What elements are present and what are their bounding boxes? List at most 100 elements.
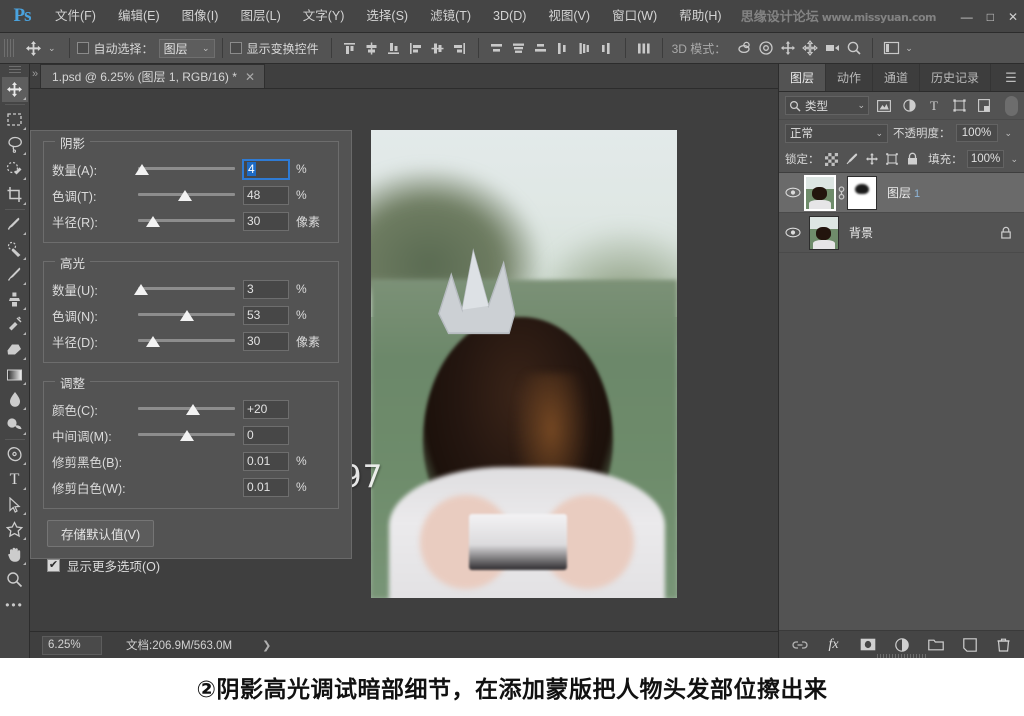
distribute-horizontal-centers-icon[interactable] xyxy=(574,37,596,59)
layer-row-1[interactable]: 图层 1 xyxy=(779,173,1024,213)
workspace-chevron-icon[interactable]: ⌄ xyxy=(905,43,913,54)
opacity-chevron-icon[interactable]: ⌄ xyxy=(1005,128,1013,139)
tool-preset-chevron-icon[interactable]: ⌄ xyxy=(48,43,56,54)
filter-enable-toggle[interactable] xyxy=(1005,96,1018,116)
opacity-value-field[interactable]: 100% xyxy=(956,124,998,142)
highlight-radius-input[interactable]: 30 xyxy=(243,332,289,351)
crop-tool[interactable] xyxy=(2,182,28,207)
clone-stamp-tool[interactable] xyxy=(2,287,28,312)
menu-file[interactable]: 文件(F) xyxy=(44,0,107,33)
maximize-button[interactable]: □ xyxy=(987,10,994,24)
adjust-clip-black-input[interactable]: 0.01 xyxy=(243,452,289,471)
shape-filter-icon[interactable] xyxy=(949,96,969,116)
workspace-switcher-icon[interactable] xyxy=(880,37,902,59)
distribute-left-edges-icon[interactable] xyxy=(552,37,574,59)
panel-menu-icon[interactable]: ☰ xyxy=(998,64,1024,91)
smart-object-filter-icon[interactable] xyxy=(974,96,994,116)
align-right-edges-icon[interactable] xyxy=(449,37,471,59)
menu-layer[interactable]: 图层(L) xyxy=(229,0,291,33)
slider-thumb[interactable] xyxy=(178,190,192,201)
menu-filter[interactable]: 滤镜(T) xyxy=(419,0,482,33)
layer-thumbnail[interactable] xyxy=(805,176,835,210)
shadow-radius-input[interactable]: 30 xyxy=(243,212,289,231)
dodge-tool[interactable] xyxy=(2,412,28,437)
layer-name[interactable]: 图层 1 xyxy=(887,184,920,201)
gradient-tool[interactable] xyxy=(2,362,28,387)
distribute-bottom-edges-icon[interactable] xyxy=(530,37,552,59)
marquee-tool[interactable] xyxy=(2,107,28,132)
path-selection-tool[interactable] xyxy=(2,492,28,517)
menu-3d[interactable]: 3D(D) xyxy=(482,0,537,33)
slider-thumb[interactable] xyxy=(180,310,194,321)
shadow-tone-slider[interactable] xyxy=(138,186,235,204)
threed-roll-icon[interactable] xyxy=(755,37,777,59)
slider-thumb[interactable] xyxy=(134,284,148,295)
adjustment-filter-icon[interactable] xyxy=(899,96,919,116)
delete-layer-icon[interactable] xyxy=(994,635,1014,655)
layer-visibility-toggle[interactable] xyxy=(781,227,805,238)
slider-thumb[interactable] xyxy=(186,404,200,415)
slider-thumb[interactable] xyxy=(180,430,194,441)
highlight-amount-slider[interactable] xyxy=(138,280,235,298)
minimize-button[interactable]: — xyxy=(961,10,973,24)
slider-thumb[interactable] xyxy=(146,216,160,227)
show-more-options-row[interactable]: ✔ 显示更多选项(O) xyxy=(47,556,351,575)
blend-mode-dropdown[interactable]: 正常 ⌄ xyxy=(785,124,888,143)
add-layer-mask-icon[interactable] xyxy=(858,635,878,655)
adjust-color-slider[interactable] xyxy=(138,400,235,418)
zoom-tool[interactable] xyxy=(2,567,28,592)
align-top-edges-icon[interactable] xyxy=(339,37,361,59)
highlight-radius-slider[interactable] xyxy=(138,332,235,350)
layer-name[interactable]: 背景 xyxy=(849,224,873,241)
canvas-area[interactable]: 接调修设计QQ：578094297 阴影 数量(A): 4 % xyxy=(30,89,778,631)
quick-selection-tool[interactable] xyxy=(2,157,28,182)
distribute-vertical-centers-icon[interactable] xyxy=(508,37,530,59)
shadow-tone-input[interactable]: 48 xyxy=(243,186,289,205)
highlight-tone-input[interactable]: 53 xyxy=(243,306,289,325)
move-tool[interactable] xyxy=(2,77,28,102)
tab-actions[interactable]: 动作 xyxy=(826,64,873,91)
tab-scroll-arrows-icon[interactable]: » xyxy=(32,68,38,80)
menu-image[interactable]: 图像(I) xyxy=(171,0,230,33)
lock-all-icon[interactable] xyxy=(904,150,920,168)
fill-value-field[interactable]: 100% xyxy=(967,150,1005,168)
threed-slide-icon[interactable] xyxy=(799,37,821,59)
pen-tool[interactable] xyxy=(2,442,28,467)
show-more-options-checkbox[interactable]: ✔ xyxy=(47,559,60,572)
eyedropper-tool[interactable] xyxy=(2,212,28,237)
show-transform-controls-checkbox[interactable] xyxy=(230,42,242,54)
menu-window[interactable]: 窗口(W) xyxy=(601,0,668,33)
tab-layers[interactable]: 图层 xyxy=(779,64,826,91)
tab-channels[interactable]: 通道 xyxy=(873,64,920,91)
distribute-right-edges-icon[interactable] xyxy=(596,37,618,59)
threed-pan-icon[interactable] xyxy=(777,37,799,59)
auto-select-checkbox[interactable] xyxy=(77,42,89,54)
layer-row-2[interactable]: 背景 xyxy=(779,213,1024,253)
highlight-amount-input[interactable]: 3 xyxy=(243,280,289,299)
status-options-arrow-icon[interactable]: ❯ xyxy=(262,639,271,652)
pixel-filter-icon[interactable] xyxy=(874,96,894,116)
zoom-level-field[interactable]: 6.25% xyxy=(42,636,102,655)
healing-brush-tool[interactable] xyxy=(2,237,28,262)
menu-edit[interactable]: 编辑(E) xyxy=(107,0,171,33)
more-tools-button[interactable]: ••• xyxy=(2,592,28,617)
layer-mask-link-icon[interactable] xyxy=(835,185,847,201)
brush-tool[interactable] xyxy=(2,262,28,287)
layer-thumbnail[interactable] xyxy=(809,216,839,250)
adjust-midtone-input[interactable]: 0 xyxy=(243,426,289,445)
close-icon[interactable]: ✕ xyxy=(245,70,255,84)
lock-artboard-icon[interactable] xyxy=(884,150,900,168)
adjust-midtone-slider[interactable] xyxy=(138,426,235,444)
layer-style-fx-icon[interactable]: fx xyxy=(824,635,844,655)
shadow-amount-slider[interactable] xyxy=(138,160,235,178)
shadow-amount-input[interactable]: 4 xyxy=(243,160,289,179)
eraser-tool[interactable] xyxy=(2,337,28,362)
lock-image-icon[interactable] xyxy=(844,150,860,168)
highlight-tone-slider[interactable] xyxy=(138,306,235,324)
link-layers-icon[interactable] xyxy=(790,635,810,655)
lock-position-icon[interactable] xyxy=(864,150,880,168)
align-vertical-centers-icon[interactable] xyxy=(361,37,383,59)
new-group-icon[interactable] xyxy=(926,635,946,655)
tab-history[interactable]: 历史记录 xyxy=(920,64,991,91)
threed-camera-icon[interactable] xyxy=(821,37,843,59)
